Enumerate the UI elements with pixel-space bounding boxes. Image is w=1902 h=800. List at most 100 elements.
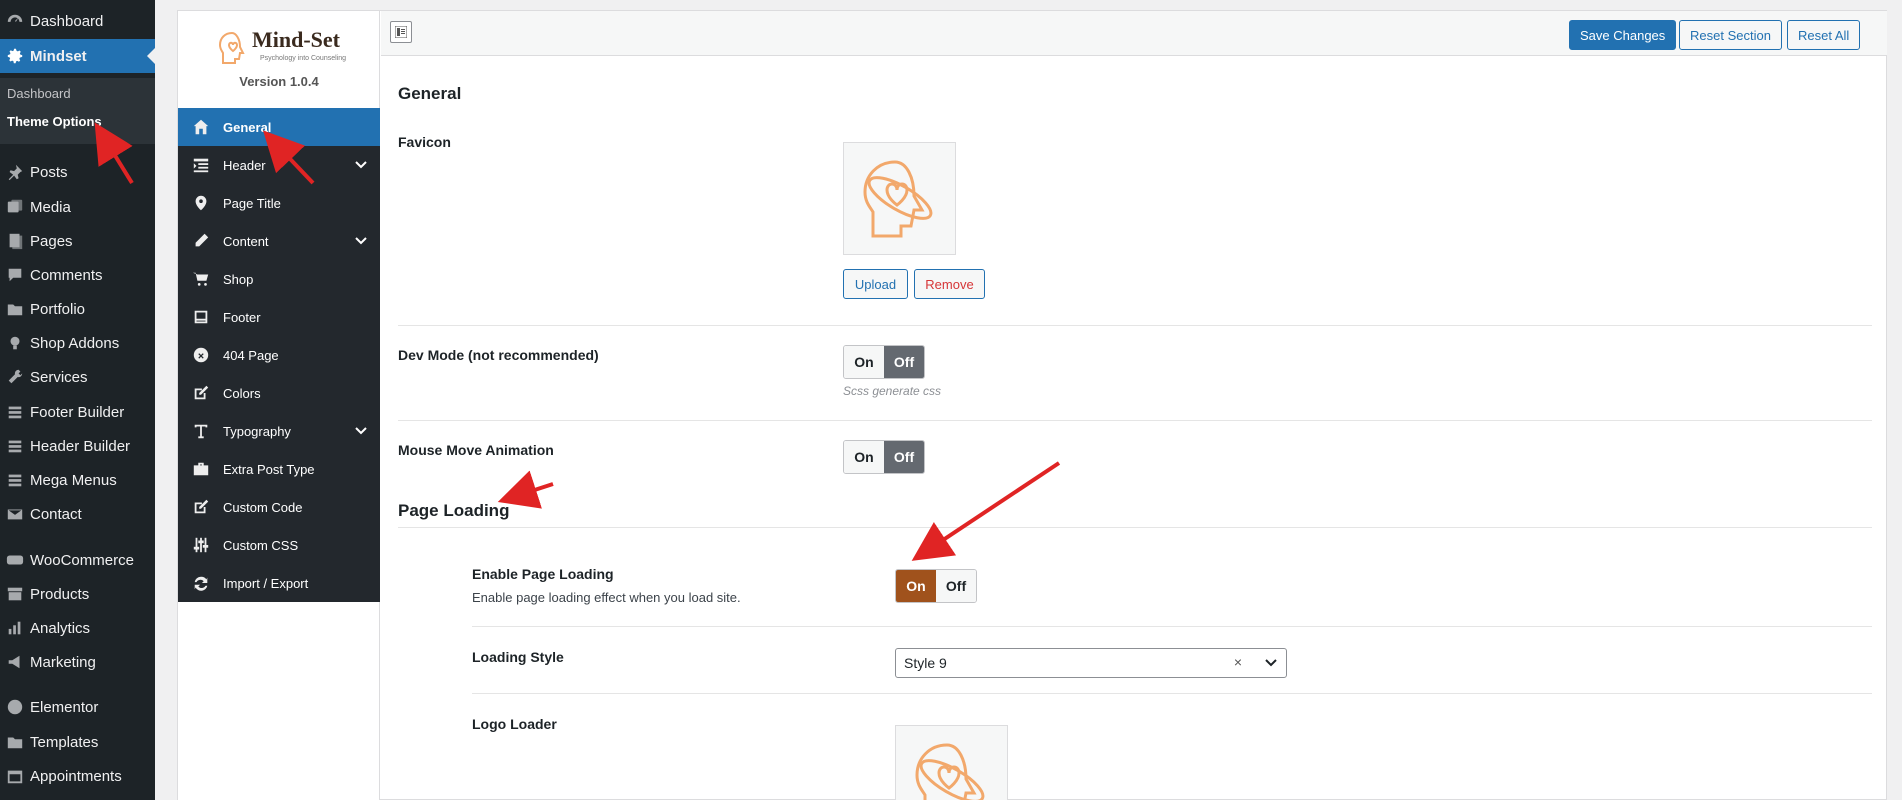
head-heart-icon xyxy=(914,742,984,800)
wp-menu-label: Appointments xyxy=(30,767,122,785)
toggle-off-option[interactable]: Off xyxy=(884,346,924,378)
chevron-down-icon[interactable] xyxy=(1264,656,1278,670)
cart-icon xyxy=(178,270,223,288)
mouse-move-toggle[interactable]: On Off xyxy=(843,440,925,474)
options-nav-custom-code[interactable]: Custom Code xyxy=(178,488,380,526)
options-nav-typography[interactable]: Typography xyxy=(178,412,380,450)
wp-menu-label: Portfolio xyxy=(30,300,86,318)
wp-menu-label: Contact xyxy=(30,505,82,523)
loading-style-select[interactable]: Style 9 × xyxy=(895,648,1287,678)
edit-icon xyxy=(178,384,223,402)
reset-section-button[interactable]: Reset Section xyxy=(1679,20,1782,50)
options-nav-list: General Header Page Title Content Shop F… xyxy=(178,108,380,602)
wp-menu-media[interactable]: Media xyxy=(0,190,155,224)
wp-menu-pages[interactable]: Pages xyxy=(0,224,155,258)
wp-menu-mega-menus[interactable]: Mega Menus xyxy=(0,463,155,497)
wp-menu-contact[interactable]: Contact xyxy=(0,497,155,531)
enable-loading-toggle[interactable]: On Off xyxy=(895,569,977,603)
options-nav-import-export[interactable]: Import / Export xyxy=(178,564,380,602)
toggle-off-option[interactable]: Off xyxy=(884,441,924,473)
mouse-move-label: Mouse Move Animation xyxy=(398,442,554,458)
bar-chart-icon xyxy=(0,619,30,637)
wp-menu-woocommerce[interactable]: WooCommerce xyxy=(0,543,155,577)
media-icon xyxy=(0,198,30,216)
options-nav-label: General xyxy=(223,119,272,135)
woo-icon xyxy=(0,551,30,569)
wp-menu-mindset[interactable]: Mindset xyxy=(0,39,155,73)
wp-menu-label: Mega Menus xyxy=(30,471,117,489)
options-nav-custom-css[interactable]: Custom CSS xyxy=(178,526,380,564)
dev-mode-toggle[interactable]: On Off xyxy=(843,345,925,379)
mindset-logo: Mind-Set Psychology into Counseling xyxy=(218,25,348,69)
wp-admin-sidebar: Dashboard Mindset Dashboard Theme Option… xyxy=(0,0,155,800)
theme-options-panel: Mind-Set Psychology into Counseling Vers… xyxy=(177,10,1887,800)
wp-menu-products[interactable]: Products xyxy=(0,577,155,611)
options-nav-404-page[interactable]: 404 Page xyxy=(178,336,380,374)
wp-menu-appointments[interactable]: Appointments xyxy=(0,759,155,793)
options-nav-label: Colors xyxy=(223,385,261,401)
wp-menu-shop-addons[interactable]: Shop Addons xyxy=(0,326,155,360)
save-changes-button[interactable]: Save Changes xyxy=(1569,20,1677,50)
wp-menu-portfolio[interactable]: Portfolio xyxy=(0,292,155,326)
wp-menu-header-builder[interactable]: Header Builder xyxy=(0,429,155,463)
chevron-down-icon[interactable] xyxy=(354,234,368,248)
upload-button[interactable]: Upload xyxy=(843,269,908,299)
toggle-off-option[interactable]: Off xyxy=(936,570,976,602)
head-heart-icon xyxy=(862,159,932,237)
divider xyxy=(398,527,1872,528)
folder-icon xyxy=(0,300,30,318)
head-heart-icon xyxy=(218,31,245,64)
wp-menu-label: Marketing xyxy=(30,653,96,671)
wp-menu-templates[interactable]: Templates xyxy=(0,725,155,759)
wp-menu-elementor[interactable]: Elementor xyxy=(0,690,155,724)
wp-menu-analytics[interactable]: Analytics xyxy=(0,611,155,645)
expand-options-button[interactable] xyxy=(390,21,412,43)
home-icon xyxy=(178,118,223,136)
toggle-on-option[interactable]: On xyxy=(844,441,884,473)
reset-all-button[interactable]: Reset All xyxy=(1787,20,1861,50)
options-nav-label: 404 Page xyxy=(223,347,279,363)
options-nav-page-title[interactable]: Page Title xyxy=(178,184,380,222)
toggle-on-option[interactable]: On xyxy=(896,570,936,602)
brand-tagline: Psychology into Counseling xyxy=(260,55,346,62)
wp-menu-dashboard[interactable]: Dashboard xyxy=(0,4,155,38)
options-toolbar: Save Changes Reset Section Reset All xyxy=(381,11,1887,56)
options-nav-footer[interactable]: Footer xyxy=(178,298,380,336)
theme-version: Version 1.0.4 xyxy=(239,74,319,89)
dev-mode-hint: Scss generate css xyxy=(843,384,942,398)
wp-submenu-dashboard[interactable]: Dashboard xyxy=(7,86,71,101)
options-nav-header[interactable]: Header xyxy=(178,146,380,184)
chevron-down-icon[interactable] xyxy=(354,158,368,172)
footer-icon xyxy=(178,308,223,326)
favicon-preview xyxy=(843,142,956,255)
wp-menu-label: Analytics xyxy=(30,619,91,637)
comment-icon xyxy=(0,266,30,284)
options-nav-extra-post-type[interactable]: Extra Post Type xyxy=(178,450,380,488)
refresh-icon xyxy=(178,574,223,592)
remove-button[interactable]: Remove xyxy=(914,269,985,299)
wp-menu-label: Posts xyxy=(30,163,68,181)
wp-menu-footer-builder[interactable]: Footer Builder xyxy=(0,395,155,429)
clear-icon[interactable]: × xyxy=(1234,654,1242,670)
options-nav-label: Shop xyxy=(223,271,254,287)
list-icon xyxy=(0,471,30,489)
brand-name: Mind-Set xyxy=(252,27,340,52)
options-nav-colors[interactable]: Colors xyxy=(178,374,380,412)
toggle-on-option[interactable]: On xyxy=(844,346,884,378)
options-nav-shop[interactable]: Shop xyxy=(178,260,380,298)
options-nav-general[interactable]: General xyxy=(178,108,380,146)
options-nav-label: Content xyxy=(223,233,269,249)
location-pin-icon xyxy=(178,194,223,212)
wp-menu-marketing[interactable]: Marketing xyxy=(0,645,155,679)
wp-menu-comments[interactable]: Comments xyxy=(0,258,155,292)
wp-menu-label: Mindset xyxy=(30,47,87,65)
wp-submenu-theme-options[interactable]: Theme Options xyxy=(7,114,102,129)
options-nav-content[interactable]: Content xyxy=(178,222,380,260)
header-icon xyxy=(178,156,223,174)
options-nav-label: Header xyxy=(223,157,266,173)
wp-menu-label: Templates xyxy=(30,733,99,751)
chevron-down-icon[interactable] xyxy=(354,424,368,438)
wp-menu-services[interactable]: Services xyxy=(0,360,155,394)
wp-menu-posts[interactable]: Posts xyxy=(0,155,155,189)
wp-submenu: Dashboard Theme Options xyxy=(0,78,155,144)
